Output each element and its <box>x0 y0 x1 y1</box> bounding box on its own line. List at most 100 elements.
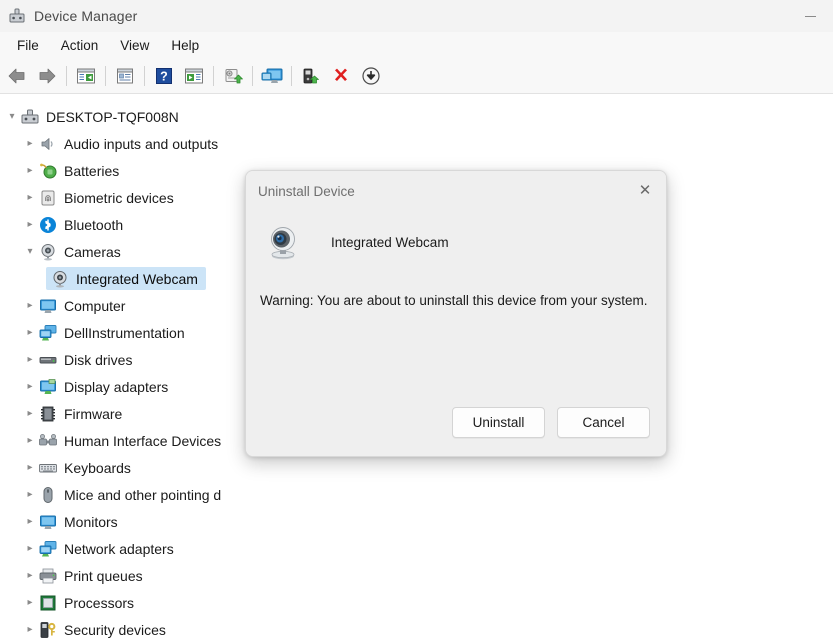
device-name: Integrated Webcam <box>331 234 449 250</box>
close-icon[interactable]: ✕ <box>624 171 666 209</box>
toolbar-separator <box>144 66 145 86</box>
uninstall-button[interactable]: Uninstall <box>452 407 545 438</box>
dialog-title-bar: Uninstall Device ✕ <box>246 171 666 211</box>
tree-item-label: Integrated Webcam <box>76 270 198 287</box>
tree-item-processors[interactable]: ▸ Processors <box>0 589 833 616</box>
scan-hardware-changes-button[interactable] <box>257 62 287 90</box>
chevron-right-icon[interactable]: ▸ <box>22 354 38 365</box>
menu-view[interactable]: View <box>109 35 160 56</box>
tree-item-label: Display adapters <box>64 378 169 395</box>
chevron-right-icon[interactable]: ▸ <box>22 408 38 419</box>
uninstall-device-button[interactable] <box>326 62 356 90</box>
tree-item-network-adapters[interactable]: ▸ Network adapters <box>0 535 833 562</box>
tree-item-print-queues[interactable]: ▸ Print queues <box>0 562 833 589</box>
tree-item-desktop[interactable]: ▾ DESKTOP-TQF008N <box>0 103 833 130</box>
menu-bar: File Action View Help <box>0 32 833 59</box>
disable-device-icon <box>361 66 381 86</box>
back-arrow-icon <box>7 67 27 85</box>
toolbar-separator <box>213 66 214 86</box>
menu-help[interactable]: Help <box>160 35 210 56</box>
dialog-button-row: Uninstall Cancel <box>452 407 650 438</box>
tree-item-keyboards[interactable]: ▸ Keyboards <box>0 454 833 481</box>
webcam-icon <box>264 223 302 261</box>
camera-icon <box>50 269 70 289</box>
back-button[interactable] <box>2 62 32 90</box>
chevron-right-icon[interactable]: ▸ <box>22 327 38 338</box>
chevron-right-icon[interactable]: ▸ <box>22 300 38 311</box>
chevron-down-icon[interactable]: ▾ <box>22 246 38 257</box>
chevron-right-icon[interactable]: ▸ <box>22 462 38 473</box>
update-driver-icon <box>223 67 243 85</box>
uninstall-device-icon <box>331 67 351 85</box>
display-adapter-icon <box>38 377 58 397</box>
window-controls <box>788 0 833 32</box>
dialog-body: Integrated Webcam Warning: You are about… <box>246 211 666 456</box>
chevron-right-icon[interactable]: ▸ <box>22 192 38 203</box>
network-icon <box>38 323 58 343</box>
disable-device-button[interactable] <box>356 62 386 90</box>
chevron-right-icon[interactable]: ▸ <box>22 516 38 527</box>
chevron-right-icon[interactable]: ▸ <box>22 489 38 500</box>
properties-button[interactable] <box>110 62 140 90</box>
minimize-button[interactable] <box>788 0 833 32</box>
computer-root-icon <box>20 107 40 127</box>
chevron-right-icon[interactable]: ▸ <box>22 435 38 446</box>
chevron-down-icon[interactable]: ▾ <box>4 111 20 122</box>
scan-hardware-changes-icon <box>261 67 283 85</box>
fingerprint-icon <box>38 188 58 208</box>
tree-item-audio-inputs-and-outputs[interactable]: ▸ Audio inputs and outputs <box>0 130 833 157</box>
tree-item-label: Keyboards <box>64 459 131 476</box>
chevron-right-icon[interactable]: ▸ <box>22 543 38 554</box>
cancel-button[interactable]: Cancel <box>557 407 650 438</box>
tree-item-label: Monitors <box>64 513 118 530</box>
device-manager-window: Device Manager File Action View Help ? ▾… <box>0 0 833 638</box>
dialog-title: Uninstall Device <box>258 183 355 199</box>
help-button[interactable]: ? <box>149 62 179 90</box>
svg-text:?: ? <box>160 70 168 84</box>
toolbar-separator <box>66 66 67 86</box>
tree-item-label: Disk drives <box>64 351 133 368</box>
warning-text: Warning: You are about to uninstall this… <box>260 293 648 308</box>
chevron-right-icon[interactable]: ▸ <box>22 597 38 608</box>
chevron-right-icon[interactable]: ▸ <box>22 570 38 581</box>
hid-icon <box>38 431 58 451</box>
minimize-icon <box>805 15 816 17</box>
printer-icon <box>38 566 58 586</box>
bluetooth-icon <box>38 215 58 235</box>
tree-item-label: Biometric devices <box>64 189 174 206</box>
title-bar: Device Manager <box>0 0 833 32</box>
security-key-icon <box>38 620 58 640</box>
tree-item-label: Security devices <box>64 621 166 638</box>
help-icon: ? <box>155 67 173 85</box>
chevron-right-icon[interactable]: ▸ <box>22 138 38 149</box>
show-hide-console-tree-button[interactable] <box>71 62 101 90</box>
chevron-right-icon[interactable]: ▸ <box>22 219 38 230</box>
chevron-right-icon[interactable]: ▸ <box>22 624 38 635</box>
tree-item-label: Cameras <box>64 243 121 260</box>
menu-file[interactable]: File <box>6 35 50 56</box>
toolbar: ? <box>0 59 833 94</box>
window-title: Device Manager <box>34 8 138 24</box>
disk-drive-icon <box>38 350 58 370</box>
network-icon <box>38 539 58 559</box>
tree-item-mice-and-other-pointing-devices[interactable]: ▸ Mice and other pointing d <box>0 481 833 508</box>
tree-item-label: Processors <box>64 594 135 611</box>
monitor-icon <box>38 296 58 316</box>
tree-item-label: DESKTOP-TQF008N <box>46 108 179 125</box>
tree-item-label: DellInstrumentation <box>64 324 185 341</box>
enable-device-button[interactable] <box>296 62 326 90</box>
device-manager-icon <box>8 7 26 25</box>
show-hide-action-pane-button[interactable] <box>179 62 209 90</box>
forward-arrow-icon <box>37 67 57 85</box>
forward-button[interactable] <box>32 62 62 90</box>
tree-item-monitors[interactable]: ▸ Monitors <box>0 508 833 535</box>
battery-icon <box>38 161 58 181</box>
chevron-right-icon[interactable]: ▸ <box>22 165 38 176</box>
tree-item-label: Computer <box>64 297 126 314</box>
chevron-right-icon[interactable]: ▸ <box>22 381 38 392</box>
menu-action[interactable]: Action <box>50 35 110 56</box>
update-driver-button[interactable] <box>218 62 248 90</box>
tree-item-security-devices[interactable]: ▸ Security devices <box>0 616 833 643</box>
show-hide-console-tree-icon <box>76 67 96 85</box>
show-hide-action-pane-icon <box>184 67 204 85</box>
